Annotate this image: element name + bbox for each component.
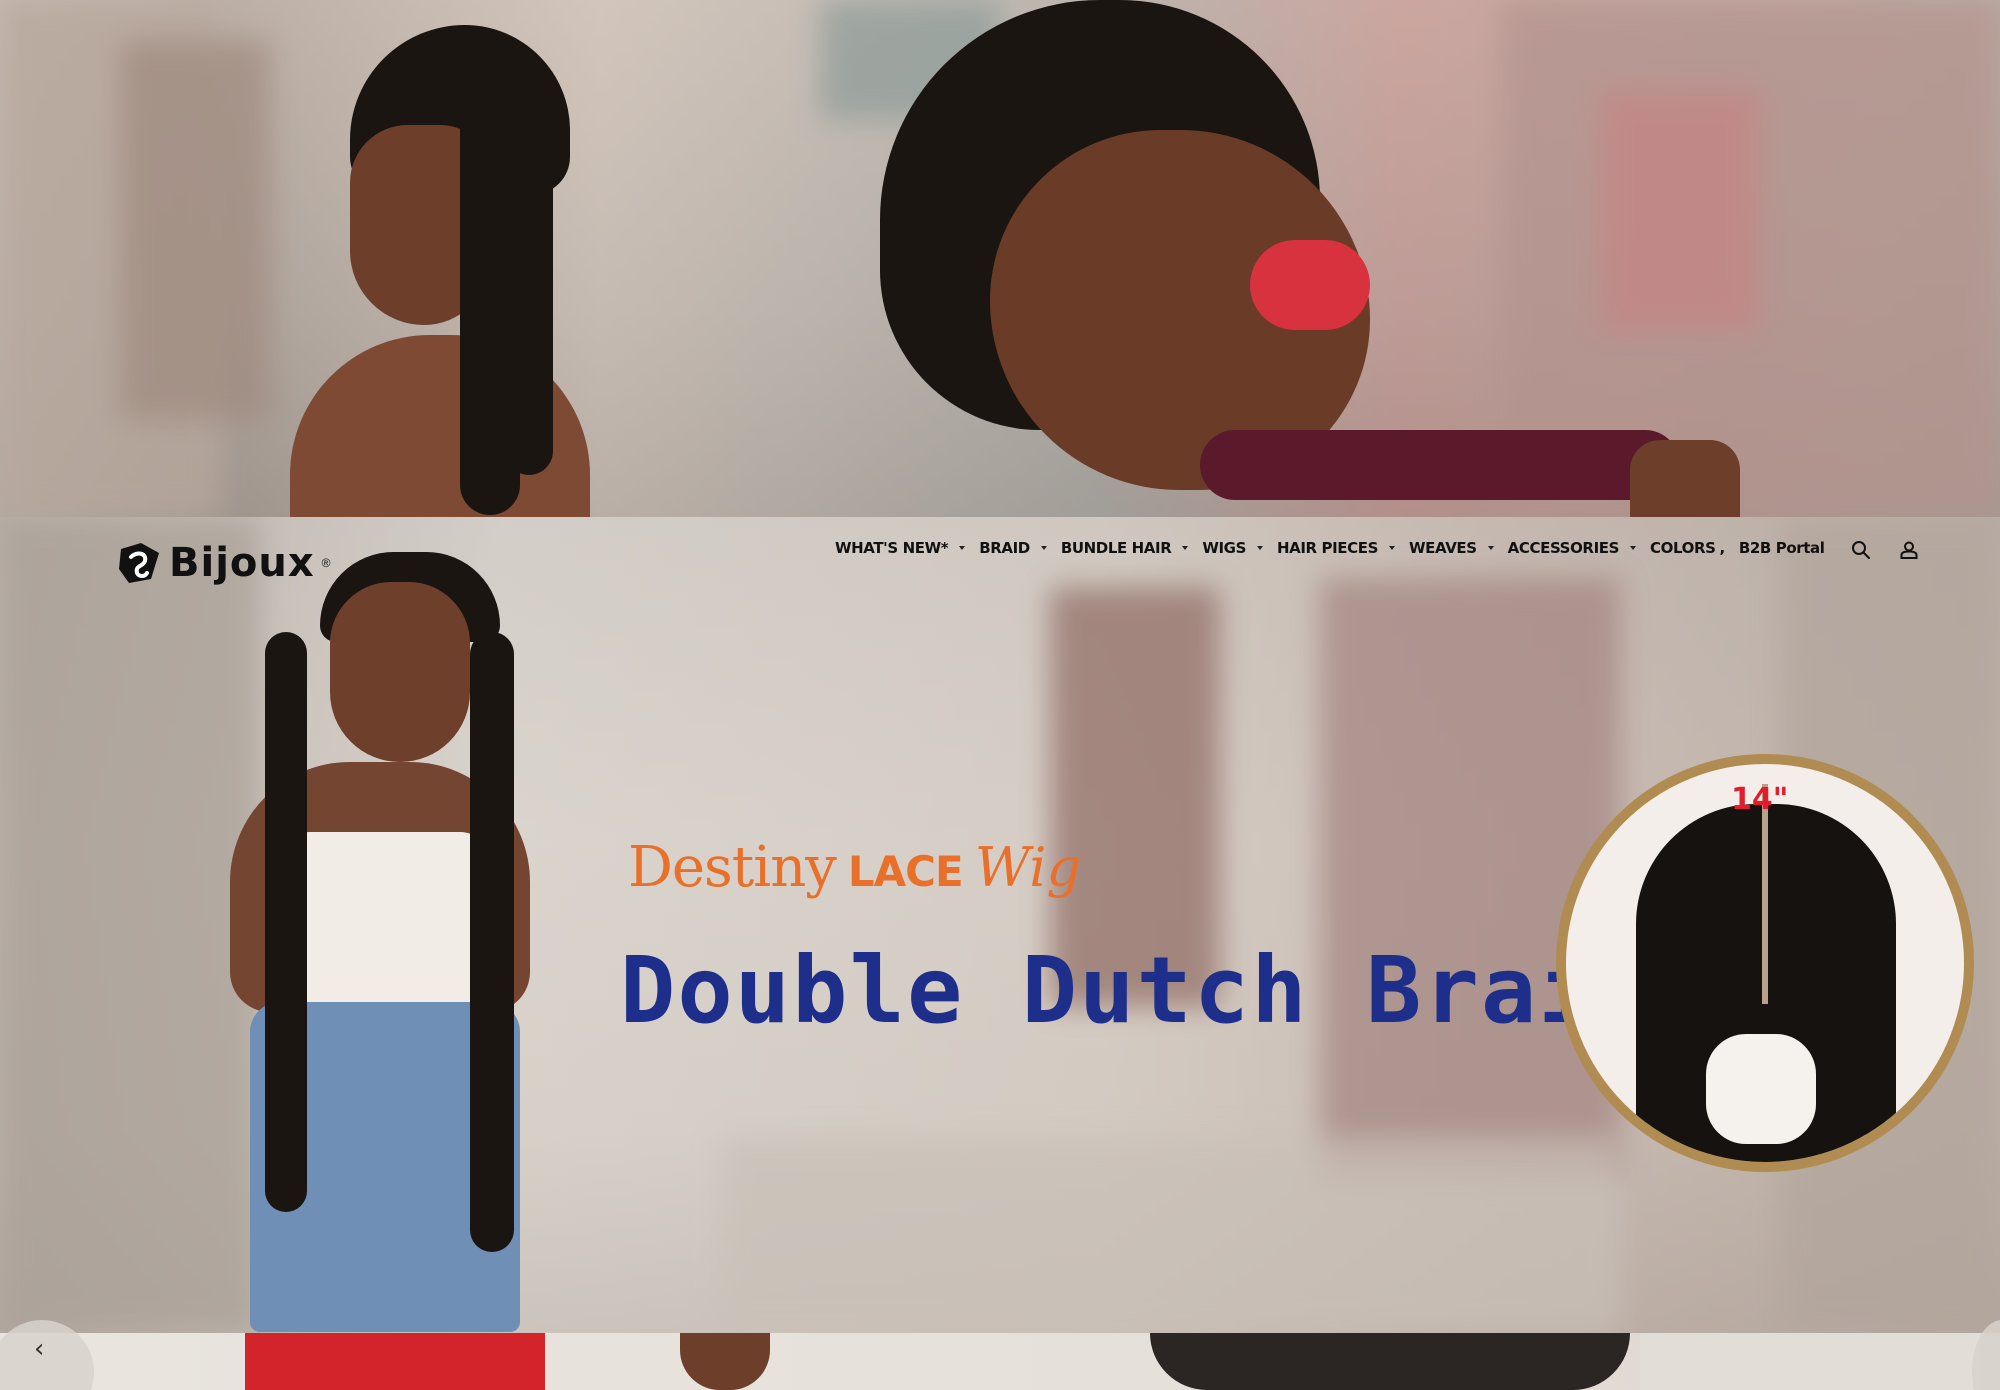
nav-item-weaves[interactable]: WEAVES bbox=[1409, 539, 1508, 557]
main-navigation: WHAT'S NEW* BRAID BUNDLE HAIR WIGS HAIR … bbox=[835, 539, 1838, 557]
nav-item-accessories[interactable]: ACCESSORIES bbox=[1508, 539, 1650, 557]
nav-item-hair-pieces[interactable]: HAIR PIECES bbox=[1277, 539, 1409, 557]
caret-down-icon bbox=[1389, 546, 1396, 550]
nav-label: WEAVES bbox=[1409, 539, 1477, 557]
brand-destiny: Destiny bbox=[628, 835, 837, 900]
top-hero-banner bbox=[0, 0, 2000, 517]
nav-item-braid[interactable]: BRAID bbox=[979, 539, 1061, 557]
search-icon bbox=[1852, 541, 1870, 559]
caret-down-icon bbox=[1487, 546, 1494, 550]
nav-label: ACCESSORIES bbox=[1507, 539, 1620, 557]
site-logo[interactable]: Bijoux ® bbox=[115, 539, 331, 587]
product-brand-line: Destiny LACE Wig bbox=[628, 835, 1081, 900]
brand-lace: LACE bbox=[847, 847, 964, 896]
nav-label: HAIR PIECES bbox=[1277, 539, 1379, 557]
caret-down-icon bbox=[1182, 546, 1189, 550]
part-length-inset-image: 14" bbox=[1556, 754, 1974, 1172]
nav-label: WHAT'S NEW* bbox=[835, 539, 949, 557]
caret-down-icon bbox=[1257, 546, 1264, 550]
slide-model-image bbox=[170, 532, 590, 1332]
logo-registered-mark: ® bbox=[321, 556, 331, 570]
part-length-label: 14" bbox=[1731, 782, 1789, 817]
nav-label: WIGS bbox=[1202, 539, 1247, 557]
header-actions bbox=[1850, 539, 1920, 561]
nav-item-wigs[interactable]: WIGS bbox=[1202, 539, 1277, 557]
account-icon bbox=[1900, 541, 1918, 559]
nav-label: COLORS bbox=[1650, 539, 1716, 557]
hero-slide: Destiny LACE Wig Double Dutch Braid 40" … bbox=[0, 517, 2000, 1333]
nav-item-whats-new[interactable]: WHAT'S NEW* bbox=[835, 539, 979, 557]
caret-down-icon bbox=[1040, 546, 1047, 550]
next-slide-preview bbox=[0, 1333, 2000, 1390]
caret-down-icon bbox=[959, 546, 966, 550]
nav-label: B2B Portal bbox=[1738, 539, 1825, 557]
chevron-left-icon: ‹ bbox=[34, 1334, 45, 1364]
nav-label: BRAID bbox=[979, 539, 1030, 557]
caret-down-icon bbox=[1630, 546, 1637, 550]
site-header: Bijoux ® WHAT'S NEW* BRAID BUNDLE HAIR WI… bbox=[0, 517, 2000, 586]
account-button[interactable] bbox=[1898, 539, 1920, 561]
nav-item-b2b-portal[interactable]: B2B Portal bbox=[1739, 539, 1839, 557]
nav-label: BUNDLE HAIR bbox=[1060, 539, 1172, 557]
logo-wordmark: Bijoux bbox=[169, 540, 315, 586]
bijoux-logo-icon bbox=[119, 543, 159, 583]
hero-model-left bbox=[280, 15, 750, 517]
nav-item-bundle-hair[interactable]: BUNDLE HAIR bbox=[1061, 539, 1203, 557]
nav-separator: , bbox=[1719, 539, 1726, 557]
page: Destiny LACE Wig Double Dutch Braid 40" … bbox=[0, 0, 2000, 1390]
hero-model-right bbox=[870, 0, 1850, 517]
search-button[interactable] bbox=[1850, 539, 1872, 561]
nav-item-colors[interactable]: COLORS, bbox=[1650, 539, 1739, 557]
brand-wig: Wig bbox=[974, 836, 1082, 899]
